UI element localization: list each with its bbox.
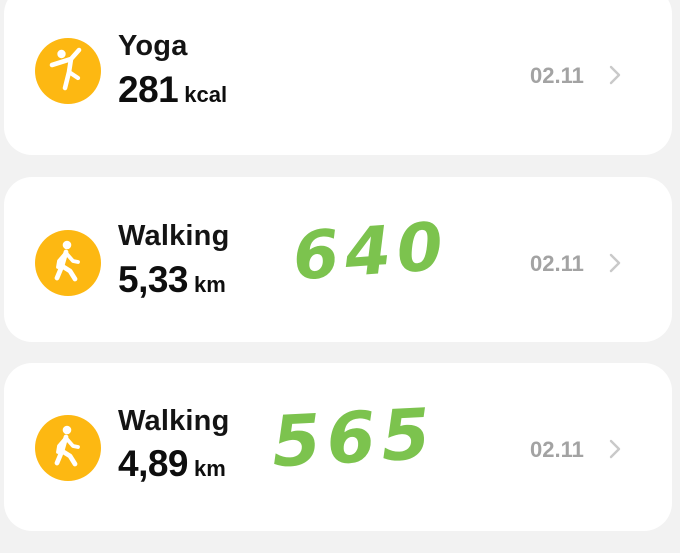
activity-metric: 281 kcal (118, 69, 227, 111)
activity-value: 4,89 (118, 443, 189, 484)
activity-unit: km (194, 272, 226, 297)
walking-icon (35, 230, 101, 296)
activity-date: 02.11 (530, 63, 584, 88)
activity-date: 02.11 (530, 437, 584, 462)
activity-unit: kcal (184, 82, 228, 107)
activity-value: 281 (118, 69, 179, 110)
activity-name: Yoga (118, 30, 188, 62)
activity-unit: km (194, 456, 226, 481)
handwritten-note: 565 (269, 392, 439, 484)
chevron-right-icon (609, 253, 621, 273)
activity-name: Walking (118, 405, 230, 437)
activity-name: Walking (118, 220, 230, 252)
activity-card-yoga[interactable]: Yoga 281 kcal 02.11 (4, 0, 672, 155)
activity-card-walking[interactable]: Walking 4,89 km 565 02.11 (4, 363, 672, 531)
chevron-right-icon (609, 439, 621, 459)
activity-date: 02.11 (530, 251, 584, 276)
activity-value: 5,33 (118, 259, 189, 300)
walking-icon (35, 415, 101, 481)
yoga-icon (35, 38, 101, 104)
activity-metric: 5,33 km (118, 259, 226, 301)
chevron-right-icon (609, 65, 621, 85)
handwritten-note: 640 (290, 207, 452, 296)
activity-card-walking[interactable]: Walking 5,33 km 640 02.11 (4, 177, 672, 342)
activity-metric: 4,89 km (118, 443, 226, 485)
